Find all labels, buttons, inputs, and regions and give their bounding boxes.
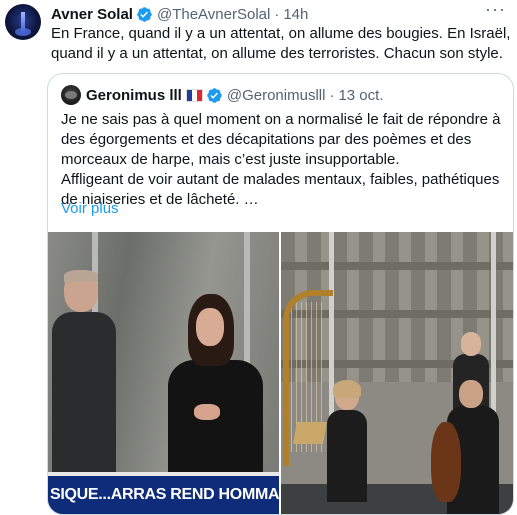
author-avatar[interactable] (5, 4, 41, 40)
tweet-text: En France, quand il y a un attentat, on … (51, 25, 511, 62)
quoted-author-name[interactable]: Geronimus lll (86, 87, 182, 104)
author-name[interactable]: Avner Solal (51, 6, 133, 23)
tweet-header: Avner Solal @TheAvnerSolal · 14h (51, 4, 308, 24)
author-handle[interactable]: @TheAvnerSolal (157, 6, 270, 23)
quoted-tweet-header: Geronimus lll @Geronimuslll · 13 oct. (61, 84, 383, 106)
quoted-tweet-text: Je ne sais pas à quel moment on a normal… (61, 110, 501, 210)
verified-badge-icon (137, 6, 152, 22)
quoted-author-avatar[interactable] (61, 85, 81, 105)
tweet[interactable]: Avner Solal @TheAvnerSolal · 14h ··· En … (0, 0, 517, 515)
tweet-time[interactable]: 14h (283, 6, 308, 23)
man-figure (52, 270, 116, 482)
woman-hands (194, 404, 220, 420)
man-coat (52, 312, 116, 482)
woman-face (196, 308, 224, 346)
quoted-paragraph-2: Affligeant de voir autant de malades men… (61, 171, 500, 208)
quoted-paragraph-1: Je ne sais pas à quel moment on a normal… (61, 111, 501, 168)
quoted-tweet-date[interactable]: 13 oct. (338, 87, 383, 104)
quoted-tweet[interactable]: Geronimus lll @Geronimuslll · 13 oct. Je… (47, 73, 514, 515)
harpist-hair (333, 380, 361, 398)
separator-dot: · (274, 5, 280, 23)
harpist-figure (327, 380, 367, 502)
quoted-author-handle[interactable]: @Geronimuslll (227, 87, 326, 104)
news-ticker-text: SIQUE...ARRAS REND HOMMAGE À D. (50, 486, 279, 503)
harpist-body (327, 410, 367, 502)
more-horizontal-icon[interactable]: ··· (485, 0, 505, 22)
separator-dot: · (329, 86, 335, 104)
verified-badge-icon (207, 87, 222, 103)
media-image-right[interactable] (281, 232, 513, 514)
man-hair (64, 270, 98, 282)
cellist-head (459, 380, 483, 408)
see-more-link[interactable]: Voir plus (61, 200, 119, 217)
standing-head (461, 332, 481, 356)
quoted-media: SIQUE...ARRAS REND HOMMAGE À D. (48, 232, 513, 514)
cello (431, 422, 461, 502)
music-stand (293, 422, 327, 444)
facade-ledge (281, 262, 513, 270)
avatar-tower (21, 12, 25, 34)
france-flag-icon (185, 88, 203, 102)
woman-figure (168, 294, 263, 500)
news-ticker: SIQUE...ARRAS REND HOMMAGE À D. (48, 476, 279, 514)
media-image-left[interactable]: SIQUE...ARRAS REND HOMMAGE À D. (48, 232, 279, 514)
